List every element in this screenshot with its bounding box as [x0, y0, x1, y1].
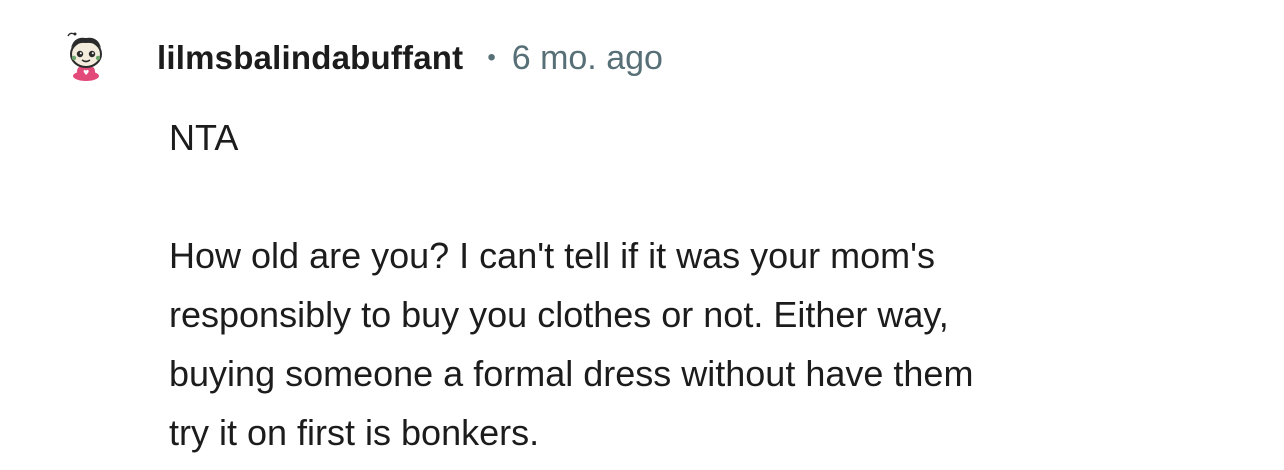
comment-text-line: buying someone a formal dress without ha…: [169, 353, 974, 394]
user-avatar-icon: ♥: [67, 32, 102, 81]
meta-separator: •: [487, 44, 496, 71]
comment-body: NTA How old are you? I can't tell if it …: [169, 108, 1249, 462]
svg-text:♥: ♥: [83, 69, 89, 77]
comment: ♥ lilmsbalindabuffant • 6 mo. ago NTA Ho…: [0, 0, 1284, 470]
comment-text-line: responsibly to buy you clothes or not. E…: [169, 294, 949, 335]
comment-text-line: try it on first is bonkers.: [169, 412, 540, 453]
comment-verdict: NTA: [169, 117, 239, 158]
avatar[interactable]: ♥: [60, 30, 112, 82]
comment-timestamp[interactable]: 6 mo. ago: [512, 39, 663, 78]
comment-text-line: How old are you? I can't tell if it was …: [169, 235, 936, 276]
comment-meta: lilmsbalindabuffant • 6 mo. ago: [157, 36, 663, 80]
author-username[interactable]: lilmsbalindabuffant: [157, 39, 463, 77]
